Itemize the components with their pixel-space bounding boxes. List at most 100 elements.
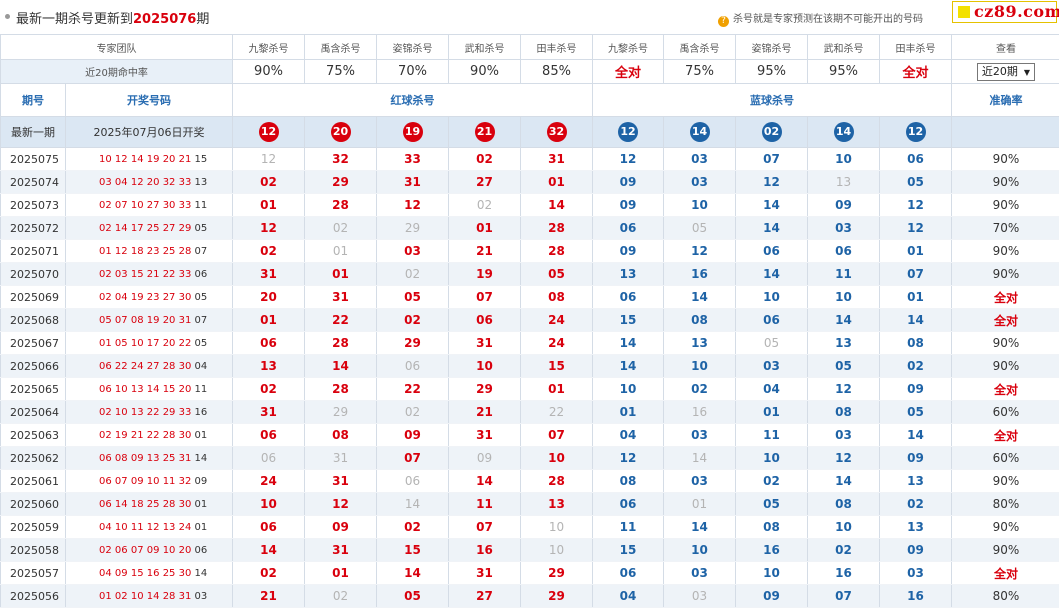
red-draw-number: 10 [146,475,160,487]
draw-numbers-cell: 04 10 11 12 13 24 01 [65,515,233,539]
expert-name[interactable]: 武和杀号 [807,34,880,60]
red-draw-number: 17 [130,222,144,234]
red-kill-number: 14 [304,354,377,378]
blue-kill-number: 14 [592,354,664,378]
expert-name[interactable]: 九黎杀号 [592,34,664,60]
expert-name[interactable]: 武和杀号 [448,34,521,60]
question-icon[interactable]: ? [718,16,729,27]
red-draw-number: 33 [178,176,192,188]
blue-kill-number: 02 [735,469,808,493]
red-kill-number: 09 [304,515,377,539]
accuracy-value: 90% [951,515,1059,539]
red-kill-number: 22 [520,400,593,424]
red-kill-number: 11 [448,492,521,516]
red-kill-number: 02 [448,147,521,171]
red-draw-number: 04 [99,521,112,533]
blue-kill-number: 03 [663,584,736,608]
blue-kill-number: 12 [663,239,736,263]
period-cell: 2025060 [0,492,66,516]
blue-kill-number: 14 [735,216,808,240]
expert-name[interactable]: 九黎杀号 [232,34,305,60]
red-kill-number: 08 [304,423,377,447]
bullet-dot-icon [5,14,10,19]
table-row: 2025068 05 07 08 19 20 31 07 01 22 02 06 24 15 0… [0,308,1059,332]
period-cell: 2025074 [0,170,66,194]
latest-label: 最新一期 [0,116,66,148]
table-row: 2025072 02 14 17 25 27 29 05 12 02 29 01 28 06 0… [0,216,1059,240]
blue-kill-number: 16 [663,262,736,286]
red-draw-number: 19 [114,429,128,441]
red-kill-number: 31 [232,400,305,424]
red-draw-number: 04 [114,176,128,188]
table-row: 2025067 01 05 10 17 20 22 05 06 28 29 31 24 14 1… [0,331,1059,355]
red-ball: 12 [258,122,279,142]
site-logo[interactable]: cz89.com [952,1,1059,23]
red-draw-number: 27 [146,199,160,211]
red-kill-number: 05 [376,285,449,309]
red-draw-number: 25 [162,452,176,464]
red-kill-number: 31 [304,446,377,470]
table-row: 2025057 04 09 15 16 25 30 14 02 01 14 31 29 06 0… [0,561,1059,585]
red-kill-number: 06 [448,308,521,332]
blue-draw-number: 01 [194,429,208,441]
red-draw-number: 32 [178,475,192,487]
hit-rate: 95% [735,59,808,84]
hit-rate: 95% [807,59,880,84]
expert-name[interactable]: 田丰杀号 [879,34,952,60]
hit-rate: 90% [448,59,521,84]
red-draw-number: 24 [178,521,192,533]
period-range-select[interactable]: 近20期 ▼ [976,62,1036,81]
blue-kill-number: 08 [879,331,952,355]
red-draw-number: 02 [99,429,112,441]
expert-name[interactable]: 禹含杀号 [304,34,377,60]
red-kill-number: 22 [304,308,377,332]
red-kill-number: 31 [520,147,593,171]
red-kill-number: 01 [304,561,377,585]
red-draw-number: 15 [162,383,176,395]
red-draw-number: 02 [99,199,112,211]
red-kill-number: 15 [520,354,593,378]
draw-numbers-cell: 06 07 09 10 11 32 09 [65,469,233,493]
red-draw-number: 13 [130,406,144,418]
expert-name[interactable]: 姿锦杀号 [376,34,449,60]
blue-ball: 12 [905,122,926,142]
draw-header: 开奖号码 [65,83,233,117]
blue-draw-number: 07 [194,314,208,326]
table-row: 2025071 01 12 18 23 25 28 07 02 01 03 21 28 09 1… [0,239,1059,263]
latest-draw-date: 2025年07月06日开奖 [65,116,233,148]
blue-kill-number: 11 [807,262,880,286]
expert-name[interactable]: 禹含杀号 [663,34,736,60]
red-draw-number: 16 [146,567,160,579]
latest-period-number: 2025076 [133,12,197,27]
red-draw-number: 09 [146,544,160,556]
table-row: 2025060 06 14 18 25 28 30 01 10 12 14 11 13 06 0… [0,492,1059,516]
blue-kill-number: 04 [592,423,664,447]
red-draw-number: 03 [114,268,128,280]
blue-kill-number: 10 [807,515,880,539]
blue-kill-number: 08 [735,515,808,539]
red-draw-number: 27 [146,360,160,372]
red-draw-number: 33 [178,406,192,418]
red-draw-number: 27 [162,291,176,303]
red-draw-number: 07 [114,314,128,326]
red-draw-number: 12 [114,153,128,165]
red-draw-number: 25 [162,567,176,579]
red-kill-number: 31 [448,331,521,355]
red-kill-number: 01 [520,170,593,194]
red-draw-number: 25 [162,245,176,257]
period-cell: 2025072 [0,216,66,240]
expert-name[interactable]: 田丰杀号 [520,34,593,60]
blue-kill-number: 13 [879,469,952,493]
draw-numbers-cell: 02 14 17 25 27 29 05 [65,216,233,240]
red-draw-number: 22 [146,429,160,441]
draw-numbers-cell: 06 10 13 14 15 20 11 [65,377,233,401]
blue-kill-number: 08 [807,400,880,424]
accuracy-value: 90% [951,538,1059,562]
blue-kill-number: 07 [807,584,880,608]
red-draw-number: 13 [162,521,176,533]
expert-name[interactable]: 姿锦杀号 [735,34,808,60]
red-draw-number: 14 [114,222,128,234]
red-draw-number: 04 [99,567,112,579]
latest-blue-kill-cell: 12 [592,116,664,148]
red-kill-number: 16 [448,538,521,562]
